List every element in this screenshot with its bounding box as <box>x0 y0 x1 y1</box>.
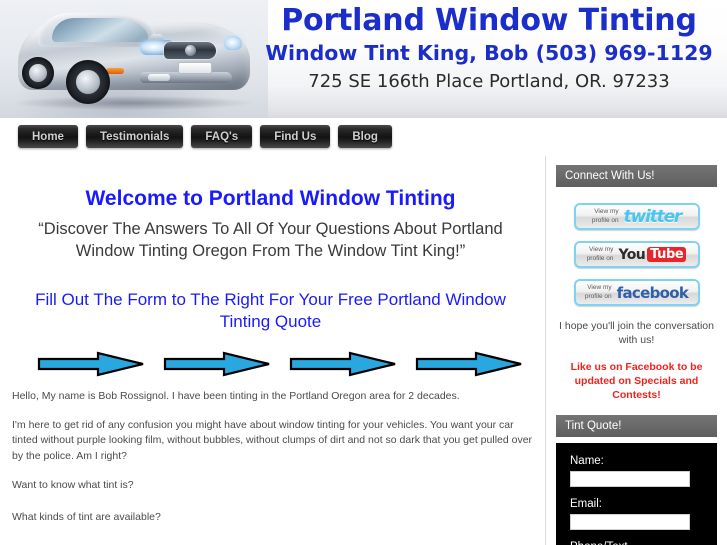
name-field-label: Name: <box>570 455 604 468</box>
facebook-prefix-line2: profile on <box>584 292 612 300</box>
sidebar-promo-text: Like us on Facebook to be updated on Spe… <box>570 360 703 401</box>
site-title: Portland Window Tinting <box>281 3 697 38</box>
twitter-prefix-line2: profile on <box>591 216 619 224</box>
car-rear-wheel <box>22 57 54 89</box>
hero-car-image <box>0 0 268 118</box>
car-grille <box>164 42 216 59</box>
nav-item-faqs[interactable]: FAQ's <box>191 125 253 148</box>
question-2: What kinds of tint are available? <box>12 511 161 524</box>
twitter-prefix-line1: View my <box>594 208 619 216</box>
arrow-row <box>8 351 533 377</box>
header-text-block: Portland Window Tinting Window Tint King… <box>255 4 723 93</box>
intro-paragraph-2: I'm here to get rid of any confusion you… <box>12 418 533 462</box>
youtube-icon: You Tube <box>618 246 687 263</box>
right-arrow-icon-2 <box>163 352 269 377</box>
nav-button-group: Home Testimonials FAQ's Find Us Blog <box>18 125 392 148</box>
nav-item-home[interactable]: Home <box>18 125 78 148</box>
youtube-profile-button[interactable]: View my profile on You Tube <box>573 241 700 268</box>
site-address: 725 SE 166th Place Portland, OR. 97233 <box>308 71 670 93</box>
car-windshield <box>52 18 148 42</box>
main-content: Welcome to Portland Window Tinting “Disc… <box>0 156 545 545</box>
car-license-plate <box>178 62 212 74</box>
car-headlight-right <box>224 36 242 50</box>
question-1: Want to know what tint is? <box>12 478 134 491</box>
site-subtitle: Window Tint King, Bob (503) 969-1129 <box>265 40 713 65</box>
facebook-icon: facebook <box>616 283 689 302</box>
site-header: Portland Window Tinting Window Tint King… <box>0 0 727 118</box>
facebook-profile-button[interactable]: View my profile on facebook <box>573 279 700 306</box>
nav-item-find-us[interactable]: Find Us <box>260 125 331 148</box>
car-side-marker <box>106 68 124 74</box>
page-tagline: “Discover The Answers To All Of Your Que… <box>38 220 503 261</box>
twitter-button-prefix: View my profile on <box>592 208 619 224</box>
form-call-to-action: Fill Out The Form to The Right For Your … <box>35 289 506 331</box>
twitter-icon: twitter <box>623 206 683 227</box>
sidebar-note: I hope you'll join the conversation with… <box>559 320 714 346</box>
body-copy: Hello, My name is Bob Rossignol. I have … <box>8 389 533 545</box>
facebook-button-prefix: View my profile on <box>585 284 612 300</box>
right-arrow-icon-1 <box>37 352 143 377</box>
nav-item-testimonials[interactable]: Testimonials <box>85 125 184 148</box>
nav-item-blog[interactable]: Blog <box>338 125 392 148</box>
right-arrow-icon-4 <box>415 352 521 377</box>
car-shadow <box>14 96 252 110</box>
email-field-label: Email: <box>570 498 602 511</box>
quote-panel-title: Tint Quote! <box>556 415 717 438</box>
youtube-word-tube: Tube <box>647 247 687 262</box>
intro-paragraph-1: Hello, My name is Bob Rossignol. I have … <box>12 390 460 403</box>
page-title: Welcome to Portland Window Tinting <box>85 187 456 210</box>
phone-field-label: Phone/Text <box>570 541 705 545</box>
facebook-prefix-line1: View my <box>587 284 612 292</box>
right-sidebar: Connect With Us! View my profile on twit… <box>545 156 727 545</box>
main-navigation: Home Testimonials FAQ's Find Us Blog <box>0 118 727 156</box>
youtube-prefix-line1: View my <box>588 246 614 254</box>
car-fog-light <box>148 74 170 81</box>
car-front-wheel <box>66 60 110 104</box>
connect-panel-title: Connect With Us! <box>556 165 717 187</box>
social-button-list: View my profile on twitter View my profi… <box>546 203 727 306</box>
youtube-button-prefix: View my profile on <box>587 246 614 262</box>
name-input[interactable] <box>570 471 690 488</box>
youtube-prefix-line2: profile on <box>586 254 614 262</box>
tint-quote-form: Name: Email: Phone/Text <box>556 443 717 545</box>
twitter-profile-button[interactable]: View my profile on twitter <box>573 203 700 230</box>
youtube-word-you: You <box>618 246 646 263</box>
email-input[interactable] <box>570 514 690 531</box>
right-arrow-icon-3 <box>289 352 395 377</box>
